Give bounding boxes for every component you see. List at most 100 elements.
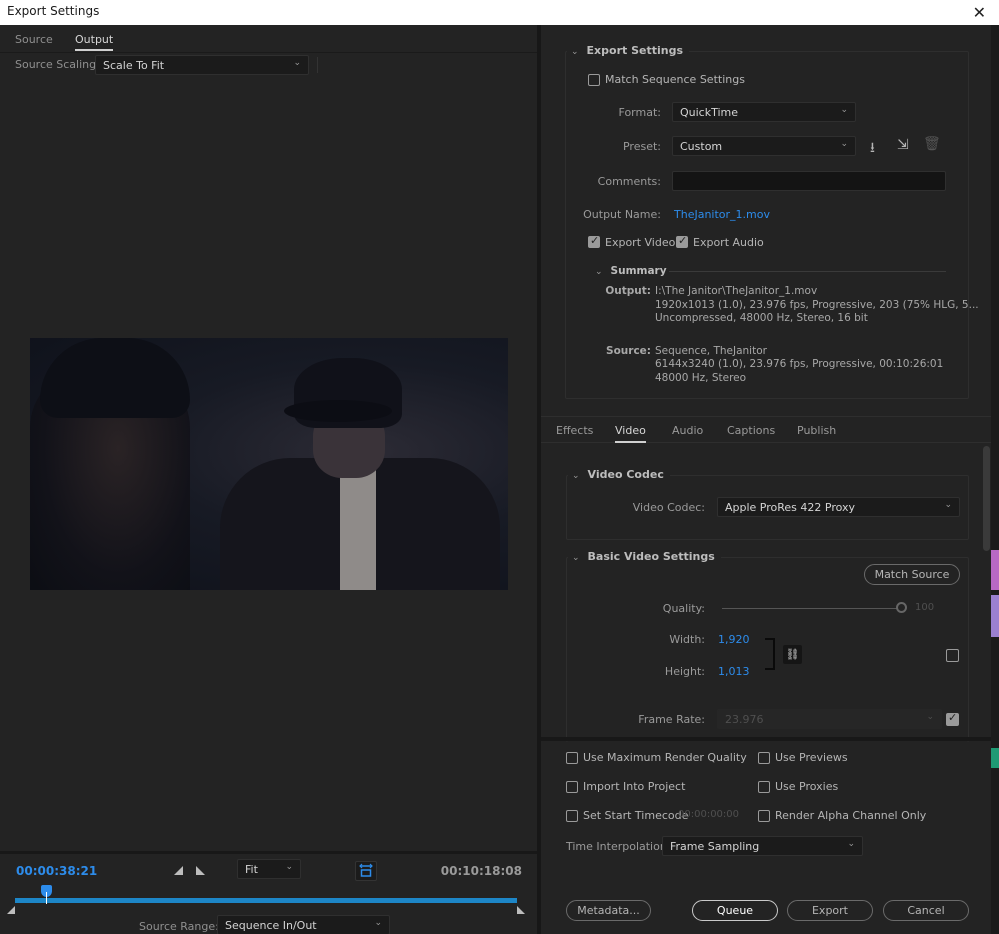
set-start-timecode-label: Set Start Timecode (583, 809, 689, 822)
summary-title: Summary (610, 265, 667, 277)
tab-captions[interactable]: Captions (727, 424, 775, 437)
chevron-down-icon: ⌄ (840, 105, 848, 115)
max-render-quality-checkbox[interactable] (566, 752, 578, 764)
bg-clip-green (991, 748, 999, 768)
preset-label: Preset: (622, 140, 661, 153)
seated-figure-hat-brim (284, 400, 392, 422)
preset-dropdown[interactable]: Custom ⌄ (672, 136, 856, 156)
summary-source-line-2: 6144x3240 (1.0), 23.976 fps, Progressive… (655, 358, 944, 370)
summary-source-line-1: Sequence, TheJanitor (655, 345, 767, 357)
mark-in-icon[interactable] (174, 866, 183, 875)
use-proxies-checkbox[interactable] (758, 781, 770, 793)
export-settings-title: Export Settings (586, 44, 684, 57)
metadata-button[interactable]: Metadata... (566, 900, 651, 921)
export-audio-checkbox[interactable] (676, 234, 688, 248)
chevron-down-icon: ⌄ (374, 918, 382, 928)
foreground-hat (40, 338, 190, 418)
width-value[interactable]: 1,920 (718, 633, 750, 646)
match-sequence-checkbox[interactable] (588, 74, 600, 86)
range-out-handle[interactable] (517, 906, 525, 914)
queue-button[interactable]: Queue (692, 900, 778, 921)
source-scaling-value: Scale To Fit (103, 59, 165, 72)
height-value[interactable]: 1,013 (718, 665, 750, 678)
aspect-correction-button[interactable] (355, 861, 377, 881)
chevron-down-icon: ⌄ (285, 862, 293, 872)
chevron-down-icon: ⌄ (293, 58, 301, 68)
video-codec-label: Video Codec: (632, 501, 705, 514)
tab-publish[interactable]: Publish (797, 424, 836, 437)
fit-frame-icon (359, 863, 373, 877)
save-preset-icon[interactable]: ⭳ (870, 137, 875, 161)
frame-rate-override-checkbox[interactable] (946, 711, 959, 726)
bottom-divider (541, 737, 991, 741)
mark-out-icon[interactable] (196, 866, 205, 875)
export-video-checkbox[interactable] (588, 234, 600, 248)
basic-video-header[interactable]: ⌄ Basic Video Settings (568, 550, 721, 563)
settings-scrollbar[interactable] (981, 444, 991, 739)
import-into-project-checkbox[interactable] (566, 781, 578, 793)
chain-link-icon: ⛓ (785, 648, 800, 661)
format-dropdown[interactable]: QuickTime ⌄ (672, 102, 856, 122)
source-range-value: Sequence In/Out (225, 919, 317, 932)
source-scaling-dropdown[interactable]: Scale To Fit ⌄ (95, 55, 309, 75)
dimension-override-checkbox[interactable] (946, 649, 959, 662)
chevron-down-icon: ⌄ (840, 139, 848, 149)
export-video-label: Export Video (605, 236, 676, 249)
current-timecode[interactable]: 00:00:38:21 (16, 864, 97, 878)
preview-tabs: Source Output (0, 25, 537, 53)
range-in-handle[interactable] (7, 906, 15, 914)
constrain-proportions-button[interactable]: ⛓ (783, 645, 802, 664)
zoom-dropdown[interactable]: Fit ⌄ (237, 859, 301, 879)
quality-slider-track[interactable] (722, 608, 902, 609)
delete-preset-icon[interactable]: 🗑 (923, 136, 941, 152)
comments-input[interactable] (672, 171, 946, 191)
video-codec-dropdown[interactable]: Apple ProRes 422 Proxy ⌄ (717, 497, 960, 517)
export-settings-header[interactable]: ⌄ Export Settings (567, 44, 690, 57)
video-codec-header[interactable]: ⌄ Video Codec (568, 468, 670, 481)
preview-panel: Source Output Source Scaling: Scale To F… (0, 25, 537, 934)
tab-audio[interactable]: Audio (672, 424, 703, 437)
bg-clip-pink (991, 550, 999, 590)
time-interpolation-dropdown[interactable]: Frame Sampling ⌄ (662, 836, 863, 856)
render-alpha-label: Render Alpha Channel Only (775, 809, 927, 822)
source-scaling-label: Source Scaling: (15, 58, 100, 71)
start-timecode-value: 00:00:00:00 (678, 809, 740, 820)
summary-output-line-1: I:\The Janitor\TheJanitor_1.mov (655, 285, 818, 297)
source-range-dropdown[interactable]: Sequence In/Out ⌄ (217, 915, 390, 934)
tab-video[interactable]: Video (615, 424, 646, 443)
import-preset-icon[interactable]: ⇲ (897, 137, 909, 153)
window-title: Export Settings (7, 4, 100, 18)
settings-tabs: Effects Video Audio Captions Publish (541, 416, 991, 443)
title-bar: Export Settings ✕ (0, 0, 999, 25)
output-name-link[interactable]: TheJanitor_1.mov (674, 208, 770, 221)
format-value: QuickTime (680, 106, 739, 119)
use-previews-checkbox[interactable] (758, 752, 770, 764)
toolbar-separator (317, 57, 318, 73)
frame-rate-label: Frame Rate: (638, 713, 705, 726)
quality-slider-knob[interactable] (896, 602, 907, 613)
summary-output-line-2: 1920x1013 (1.0), 23.976 fps, Progressive… (655, 299, 979, 311)
set-start-timecode-checkbox[interactable] (566, 810, 578, 822)
summary-output-key: Output: (605, 285, 651, 297)
tab-effects[interactable]: Effects (556, 424, 593, 437)
use-proxies-label: Use Proxies (775, 780, 839, 793)
bg-clip-purple (991, 595, 999, 637)
summary-header[interactable]: ⌄ Summary (591, 265, 673, 277)
duration-timecode: 00:10:18:08 (440, 864, 522, 878)
chevron-down-icon: ⌄ (847, 839, 855, 849)
close-icon[interactable]: ✕ (973, 3, 986, 22)
frame-rate-dropdown[interactable]: 23.976 ⌄ (717, 709, 942, 729)
match-source-button[interactable]: Match Source (864, 564, 960, 585)
export-button[interactable]: Export (787, 900, 873, 921)
chevron-down-icon: ⌄ (926, 712, 934, 722)
cancel-button[interactable]: Cancel (883, 900, 969, 921)
summary-source-line-3: 48000 Hz, Stereo (655, 372, 747, 384)
settings-scrollbar-thumb[interactable] (983, 446, 990, 551)
tab-source[interactable]: Source (15, 33, 53, 46)
chevron-down-icon: ⌄ (572, 471, 580, 481)
zoom-value: Fit (245, 863, 258, 876)
render-alpha-checkbox[interactable] (758, 810, 770, 822)
timeline-track[interactable] (15, 898, 517, 903)
tab-output[interactable]: Output (75, 33, 114, 51)
quality-label: Quality: (662, 602, 705, 615)
